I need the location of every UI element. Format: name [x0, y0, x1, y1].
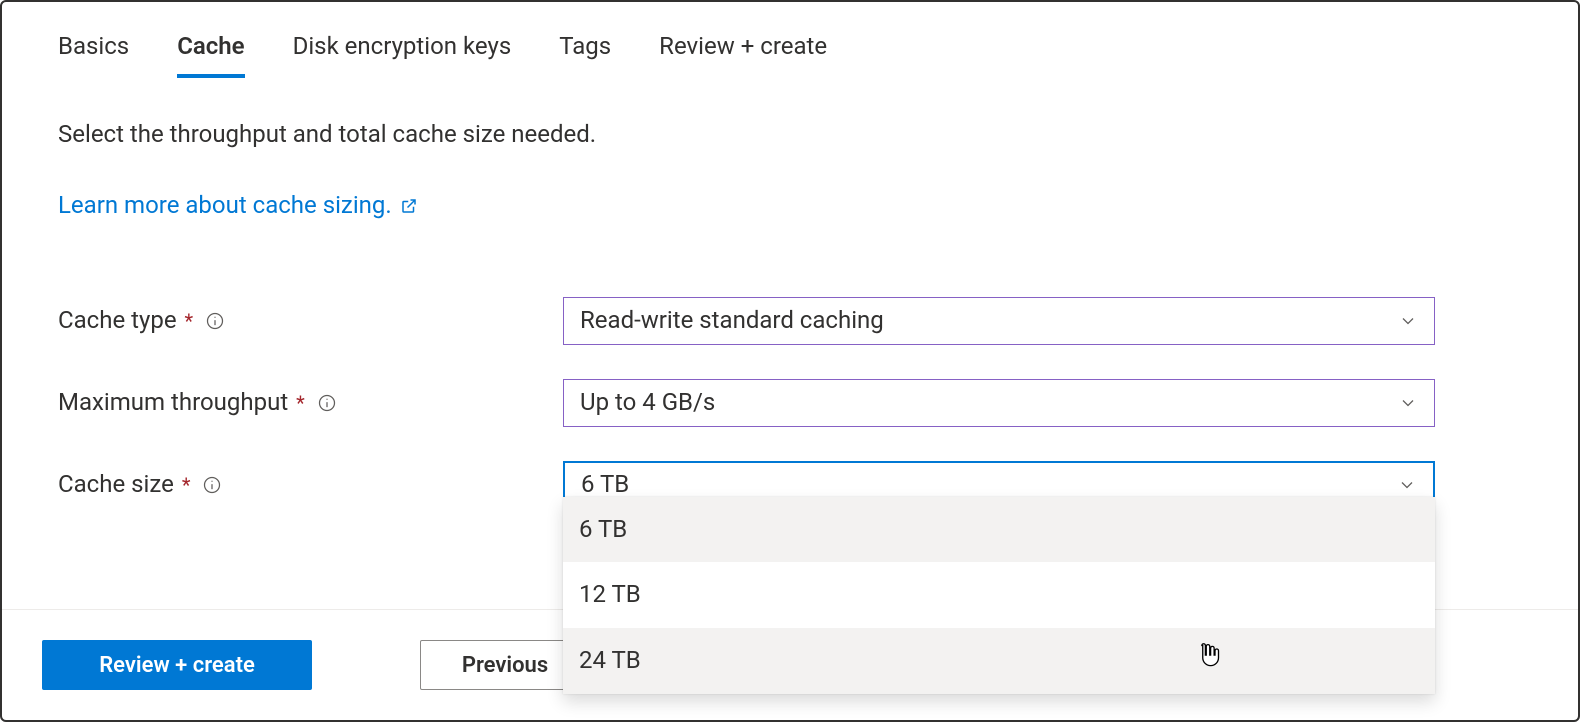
tab-content: Select the throughput and total cache si… — [2, 78, 1578, 509]
learn-more-link[interactable]: Learn more about cache sizing. — [58, 189, 418, 223]
select-max-throughput[interactable]: Up to 4 GB/s — [563, 379, 1435, 427]
tab-tags[interactable]: Tags — [559, 30, 611, 78]
select-max-throughput-value: Up to 4 GB/s — [580, 386, 715, 420]
tab-disk-encryption[interactable]: Disk encryption keys — [293, 30, 512, 78]
row-max-throughput: Maximum throughput * Up to 4 GB/s — [58, 379, 1522, 427]
cache-size-dropdown: 6 TB 12 TB 24 TB — [563, 497, 1435, 694]
label-cache-size-text: Cache size — [58, 468, 174, 502]
row-cache-type: Cache type * Read-write standard caching — [58, 297, 1522, 345]
chevron-down-icon — [1397, 475, 1417, 495]
review-create-button[interactable]: Review + create — [42, 640, 312, 690]
wizard-tabs: Basics Cache Disk encryption keys Tags R… — [2, 2, 1578, 78]
tab-review-create[interactable]: Review + create — [659, 30, 827, 78]
required-marker-icon: * — [185, 307, 194, 335]
select-cache-type[interactable]: Read-write standard caching — [563, 297, 1435, 345]
info-icon[interactable] — [202, 475, 222, 495]
required-marker-icon: * — [182, 471, 191, 499]
learn-more-text: Learn more about cache sizing. — [58, 189, 392, 223]
cache-config-panel: Basics Cache Disk encryption keys Tags R… — [0, 0, 1580, 722]
label-cache-type: Cache type * — [58, 304, 563, 338]
label-max-throughput-text: Maximum throughput — [58, 386, 288, 420]
cache-form: Cache type * Read-write standard caching… — [58, 297, 1522, 509]
label-cache-type-text: Cache type — [58, 304, 177, 338]
info-icon[interactable] — [205, 311, 225, 331]
cache-description: Select the throughput and total cache si… — [58, 118, 1522, 152]
cache-size-option[interactable]: 12 TB — [563, 562, 1435, 628]
tab-basics[interactable]: Basics — [58, 30, 129, 78]
chevron-down-icon — [1398, 393, 1418, 413]
label-cache-size: Cache size * — [58, 468, 563, 502]
label-max-throughput: Maximum throughput * — [58, 386, 563, 420]
select-cache-type-value: Read-write standard caching — [580, 304, 884, 338]
tab-cache[interactable]: Cache — [177, 30, 244, 78]
cache-size-option[interactable]: 6 TB — [563, 497, 1435, 563]
external-link-icon — [400, 197, 418, 215]
cache-size-option[interactable]: 24 TB — [563, 628, 1435, 694]
required-marker-icon: * — [296, 389, 305, 417]
info-icon[interactable] — [317, 393, 337, 413]
chevron-down-icon — [1398, 311, 1418, 331]
